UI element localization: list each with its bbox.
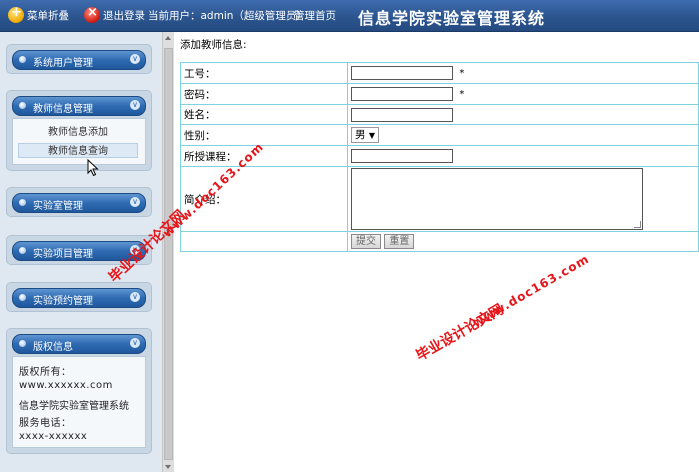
reset-button[interactable]: 重置 [384,234,415,249]
bullet-icon [19,340,26,347]
job-no-input[interactable] [351,66,453,80]
copyright-line: 服务电话： [19,418,72,429]
bullet-icon [19,56,26,63]
dropdown-arrow-icon: ▼ [368,131,375,140]
system-title: 信息学院实验室管理系统 [358,9,546,28]
sidebar-header-copyright[interactable]: 版权信息 ∨ [12,334,146,354]
menu-fold-icon[interactable] [8,5,24,23]
course-input[interactable] [351,149,453,163]
scroll-down-icon[interactable] [165,465,171,469]
chevron-down-icon: ∨ [130,54,140,64]
sidebar-header-teacher-mgmt[interactable]: 教师信息管理 ∨ [12,96,146,116]
bullet-icon [19,294,26,301]
password-label: 密码： [180,83,348,105]
sidebar-header-label: 系统用户管理 [33,58,93,69]
page-title: 添加教师信息: [180,39,247,51]
copyright-line: 版权所有： [19,367,72,378]
sidebar-panel-lab-mgmt: 实验室管理 ∨ [6,187,152,217]
sidebar-panel-copyright: 版权信息 ∨ 版权所有： www.xxxxxx.com 信息学院实验室管理系统 … [6,328,152,454]
name-input[interactable] [351,107,453,122]
copyright-box: 版权所有： www.xxxxxx.com 信息学院实验室管理系统 服务电话： x… [12,356,146,448]
sidebar-header-label: 版权信息 [33,342,73,353]
sidebar-header-label: 实验项目管理 [33,249,93,260]
scroll-up-icon[interactable] [165,36,171,40]
password-input[interactable] [351,87,453,101]
sidebar-panel-user-mgmt: 系统用户管理 ∨ [6,44,152,74]
sidebar-panel-booking-mgmt: 实验预约管理 ∨ [6,282,152,312]
copyright-line: xxxx-xxxxxx [19,431,88,442]
scrollbar-thumb[interactable] [164,48,173,460]
bullet-icon [19,102,26,109]
sidebar-header-label: 教师信息管理 [33,104,93,115]
sidebar-header-lab-mgmt[interactable]: 实验室管理 ∨ [12,193,146,213]
sidebar-item-teacher-add[interactable]: 教师信息添加 [18,125,138,140]
chevron-down-icon: ∨ [130,197,140,207]
sidebar-submenu: 教师信息添加 教师信息查询 [12,118,146,165]
bullet-icon [19,247,26,254]
required-mark: * [459,67,465,79]
watermark-url: www.doc163.com [470,251,592,331]
required-mark: * [459,88,465,100]
sidebar-scrollbar[interactable] [162,32,174,472]
sidebar-header-label: 实验预约管理 [33,296,93,307]
chevron-down-icon: ∨ [130,292,140,302]
gender-label: 性别： [180,124,348,146]
copyright-line: www.xxxxxx.com [19,380,113,391]
sidebar-item-teacher-query[interactable]: 教师信息查询 [18,143,138,158]
bullet-icon [19,199,26,206]
submit-button[interactable]: 提交 [351,234,381,249]
gender-select-value: 男 [355,129,366,141]
copyright-line: 信息学院实验室管理系统 [19,401,129,412]
menu-fold-link[interactable]: 菜单折叠 [27,8,69,23]
gender-select[interactable]: 男 ▼ [351,127,379,143]
home-link[interactable]: 管理首页 [294,8,336,23]
intro-textarea[interactable] [351,168,643,230]
top-bar: 菜单折叠 退出登录 当前用户：admin（超级管理员） 管理首页 信息学院实验室… [0,0,699,32]
chevron-down-icon: ∨ [130,100,140,110]
sidebar-header-label: 实验室管理 [33,201,83,212]
sidebar-header-booking-mgmt[interactable]: 实验预约管理 ∨ [12,288,146,308]
current-user-text: 当前用户：admin（超级管理员） [148,10,307,22]
sidebar-header-user-mgmt[interactable]: 系统用户管理 ∨ [12,50,146,70]
job-no-label: 工号： [180,62,348,84]
logout-icon[interactable] [84,5,100,23]
logout-link[interactable]: 退出登录 [103,8,145,23]
chevron-down-icon: ∨ [130,338,140,348]
name-label: 姓名： [180,104,348,125]
sidebar-panel-teacher-mgmt: 教师信息管理 ∨ 教师信息添加 教师信息查询 [6,90,152,171]
empty-cell [180,231,348,252]
mouse-cursor-icon [87,159,99,177]
